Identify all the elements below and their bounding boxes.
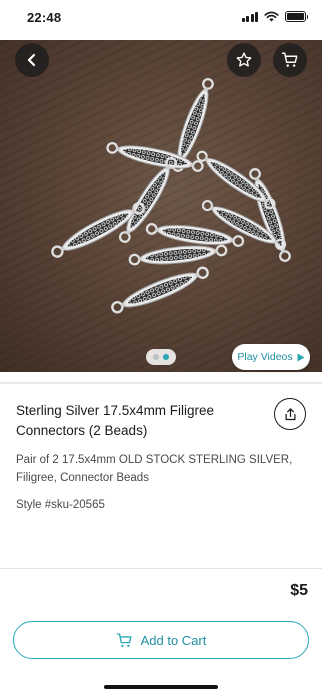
pager-dot-active[interactable]: [163, 354, 169, 360]
chevron-left-icon: [27, 53, 36, 67]
product-description: Pair of 2 17.5x4mm OLD STOCK STERLING SI…: [16, 454, 293, 484]
battery-icon: [285, 11, 308, 22]
product-photo: [0, 40, 322, 372]
product-image[interactable]: [0, 40, 322, 372]
pager-dot[interactable]: [153, 354, 159, 360]
cart-button[interactable]: [273, 43, 307, 77]
divider: [0, 382, 322, 384]
product-title: Sterling Silver 17.5x4mm Filigree Connec…: [16, 403, 215, 438]
share-icon: [285, 407, 295, 420]
status-time: 22:48: [27, 10, 62, 25]
status-bar: 22:48: [0, 0, 322, 40]
favorite-button[interactable]: [227, 43, 261, 77]
home-indicator: [104, 685, 218, 689]
back-button[interactable]: [15, 43, 49, 77]
cart-icon: [281, 52, 298, 67]
add-to-cart-label: Add to Cart: [140, 632, 207, 648]
signal-icon: [241, 11, 258, 22]
footer-divider: [0, 568, 322, 569]
star-icon: [236, 52, 252, 67]
cart-icon: [116, 632, 132, 647]
status-icons: [241, 11, 308, 22]
add-to-cart-button[interactable]: Add to Cart: [13, 621, 309, 659]
product-price: $5: [290, 582, 308, 599]
play-videos-button[interactable]: Play Videos: [232, 344, 310, 370]
wifi-icon: [264, 11, 279, 22]
share-button[interactable]: [274, 398, 306, 430]
play-videos-label: Play Videos: [237, 351, 293, 363]
play-icon: [297, 353, 305, 361]
product-style: Style #sku-20565: [16, 499, 105, 511]
image-pager[interactable]: [146, 349, 176, 365]
